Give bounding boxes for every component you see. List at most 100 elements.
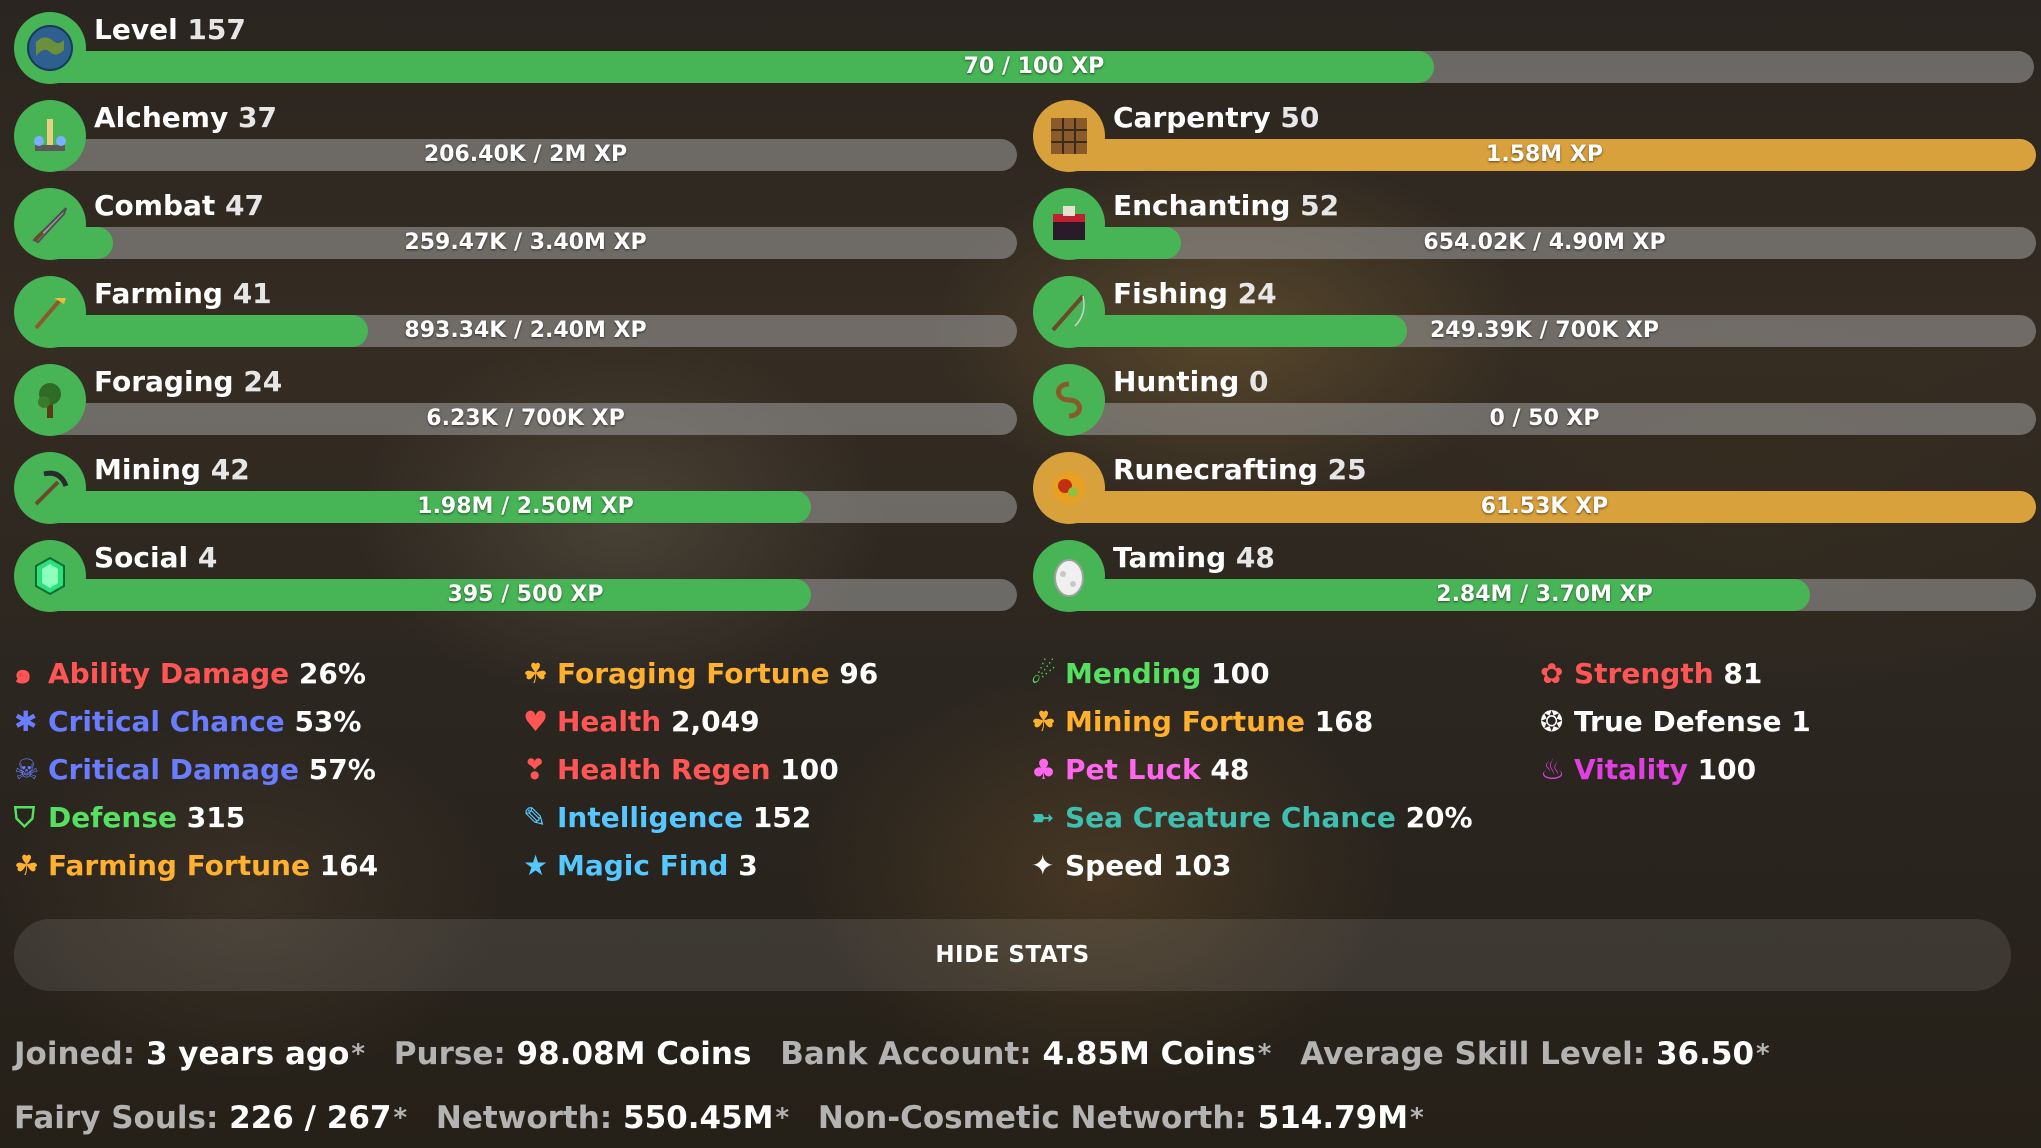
stat-value: 81 [1723, 657, 1763, 690]
skill-xp-text: 1.58M XP [1486, 142, 1603, 167]
stat-strength: ✿ Strength 81 [1540, 654, 1762, 694]
stat-value: 57% [308, 753, 376, 786]
skill-xp-text: 893.34K / 2.40M XP [404, 318, 647, 343]
skill-progress-bar: 1.98M / 2.50M XP [34, 491, 1017, 523]
stat-value: 100 [1211, 657, 1270, 690]
skill-xp-text: 249.39K / 700K XP [1429, 318, 1659, 343]
skill-name: Social 4 [94, 541, 218, 574]
stat-sea-creature-chance: ➼ Sea Creature Chance 20% [1031, 798, 1473, 838]
stat-value: 53% [294, 705, 362, 738]
skill-progress-bar: 2.84M / 3.70M XP [1053, 579, 2036, 611]
pencil-icon: ✎ [523, 801, 547, 834]
stat-magic-find: ★ Magic Find 3 [523, 846, 758, 886]
skill-xp-text: 654.02K / 4.90M XP [1423, 230, 1666, 255]
stat-value: 20% [1405, 801, 1473, 834]
skill-name: Foraging 24 [94, 365, 283, 398]
non-cosmetic-networth-asterisk[interactable]: * [1410, 1103, 1424, 1133]
stat-true-defense: ❂ True Defense 1 [1540, 702, 1811, 742]
stat-label: Pet Luck [1065, 753, 1201, 786]
level-progress-bar: 70 / 100 XP [34, 51, 2034, 83]
stat-health: ♥ Health 2,049 [523, 702, 760, 742]
stat-value: 96 [839, 657, 879, 690]
avg-skill-label: Average Skill Level: [1300, 1036, 1646, 1072]
networth-label: Networth: [435, 1100, 613, 1136]
skill-foraging: Foraging 24 6.23K / 700K XP [14, 364, 1017, 454]
stat-value: 1 [1791, 705, 1811, 738]
stat-value: 100 [1697, 753, 1757, 786]
skill-name: Alchemy 37 [94, 101, 277, 134]
stat-label: Critical Chance [48, 705, 285, 738]
stat-mending: ☄ Mending 100 [1031, 654, 1270, 694]
skill-progress-bar: 654.02K / 4.90M XP [1053, 227, 2036, 259]
hide-stats-button[interactable]: HIDE STATS [14, 919, 2011, 991]
info-row-1: Joined: 3 years ago* Purse: 98.08M Coins… [14, 1026, 1770, 1082]
stat-value: 152 [752, 801, 812, 834]
avg-skill-value: 36.50 [1655, 1036, 1755, 1072]
fairy-souls-label: Fairy Souls: [14, 1100, 219, 1136]
joined-label: Joined: [14, 1036, 136, 1072]
brewing-stand-icon [14, 100, 86, 172]
stat-critical-chance: ✱ Critical Chance 53% [14, 702, 361, 742]
stat-label: Mining Fortune [1065, 705, 1305, 738]
joined-asterisk[interactable]: * [351, 1039, 365, 1069]
info-row-2: Fairy Souls: 226 / 267* Networth: 550.45… [14, 1090, 1424, 1146]
sparkle-icon: ✦ [1031, 849, 1055, 882]
health-regen-icon: ❣ [523, 753, 547, 786]
avg-skill-asterisk[interactable]: * [1756, 1039, 1770, 1069]
non-cosmetic-networth-value: 514.79M [1257, 1100, 1409, 1136]
bank-value: 4.85M Coins [1042, 1036, 1256, 1072]
stat-label: Vitality [1574, 753, 1688, 786]
stat-farming-fortune: ☘ Farming Fortune 164 [14, 846, 378, 886]
skill-mining: Mining 42 1.98M / 2.50M XP [14, 452, 1017, 542]
skill-name: Runecrafting 25 [1113, 453, 1367, 486]
stat-label: Defense [48, 801, 177, 834]
skill-xp-text: 1.98M / 2.50M XP [417, 494, 634, 519]
stat-label: Health Regen [557, 753, 771, 786]
level-xp-text: 70 / 100 XP [963, 54, 1105, 79]
bank-asterisk[interactable]: * [1258, 1039, 1272, 1069]
clover-icon: ☘ [14, 849, 40, 882]
skill-combat: Combat 47 259.47K / 3.40M XP [14, 188, 1017, 278]
skill-progress-bar: 249.39K / 700K XP [1053, 315, 2036, 347]
skill-name: Fishing 24 [1113, 277, 1277, 310]
skill-hunting: Hunting 0 0 / 50 XP [1033, 364, 2036, 454]
critical-chance-icon: ✱ [14, 705, 38, 738]
fish-icon: ➼ [1031, 801, 1055, 834]
skill-social: Social 4 395 / 500 XP [14, 540, 1017, 630]
strength-flower-icon: ✿ [1540, 657, 1564, 690]
skill-progress-bar: 61.53K XP [1053, 491, 2036, 523]
emerald-icon [14, 540, 86, 612]
enchanting-table-icon [1033, 188, 1105, 260]
skill-xp-text: 2.84M / 3.70M XP [1436, 582, 1653, 607]
skill-alchemy: Alchemy 37 206.40K / 2M XP [14, 100, 1017, 190]
skill-xp-text: 61.53K XP [1480, 494, 1609, 519]
defense-shield-icon: ⛉ [14, 801, 36, 834]
stat-label: Farming Fortune [48, 849, 310, 882]
globe-icon [14, 12, 86, 84]
stat-label: True Defense [1574, 705, 1782, 738]
star-icon: ★ [523, 849, 549, 882]
true-defense-icon: ❂ [1540, 705, 1564, 738]
joined-value: 3 years ago [145, 1036, 350, 1072]
networth-asterisk[interactable]: * [776, 1103, 790, 1133]
networth-value: 550.45M [623, 1100, 774, 1136]
skill-xp-text: 0 / 50 XP [1489, 406, 1600, 431]
stat-value: 3 [738, 849, 758, 882]
lasso-icon [1033, 364, 1105, 436]
stat-vitality: ♨ Vitality 100 [1540, 750, 1756, 790]
skill-xp-text: 6.23K / 700K XP [426, 406, 625, 431]
crafting-table-icon [1033, 100, 1105, 172]
stat-critical-damage: ☠ Critical Damage 57% [14, 750, 376, 790]
mending-icon: ☄ [1031, 657, 1057, 690]
skill-xp-text: 259.47K / 3.40M XP [404, 230, 647, 255]
stat-label: Speed [1065, 849, 1164, 882]
skill-progress-bar: 893.34K / 2.40M XP [34, 315, 1017, 347]
fairy-souls-asterisk[interactable]: * [394, 1103, 408, 1133]
magma-cream-icon [1033, 452, 1105, 524]
stat-label: Strength [1574, 657, 1714, 690]
hoe-icon [14, 276, 86, 348]
stat-value: 164 [319, 849, 379, 882]
skill-fishing: Fishing 24 249.39K / 700K XP [1033, 276, 2036, 366]
stat-value: 100 [780, 753, 839, 786]
heart-icon: ♥ [523, 705, 549, 738]
